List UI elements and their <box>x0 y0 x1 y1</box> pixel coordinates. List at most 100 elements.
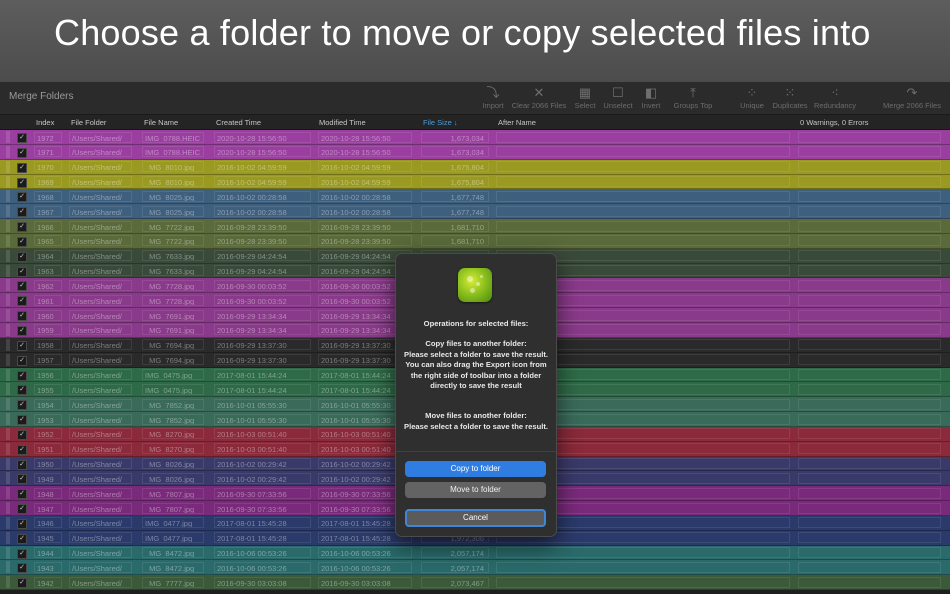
table-row[interactable]: ✓ 1944/Users/Shared/ _MG_8472.jpg 2016-10-0… <box>0 545 950 561</box>
cell-folder: /Users/Shared/ <box>69 428 132 440</box>
toolbar-redundancy-button[interactable]: ⁖ Redundancy <box>814 85 856 110</box>
toolbar-invert-button[interactable]: ◧ Invert <box>642 85 661 110</box>
copy-to-folder-button[interactable]: Copy to folder <box>405 461 546 477</box>
row-checkbox[interactable]: ✓ <box>17 400 27 411</box>
row-checkbox[interactable]: ✓ <box>17 296 27 307</box>
cell-created: 2017-08-01 15:44:24 <box>214 383 311 395</box>
row-checkbox[interactable]: ✓ <box>17 429 27 440</box>
cell-folder: /Users/Shared/ <box>69 576 132 588</box>
row-checkbox[interactable]: ✓ <box>17 578 27 589</box>
col-created-time[interactable]: Created Time <box>216 118 261 127</box>
cell-after[interactable] <box>496 576 790 588</box>
row-checkbox[interactable]: ✓ <box>17 177 27 188</box>
row-checkbox[interactable]: ✓ <box>17 518 27 529</box>
cell-after[interactable] <box>496 161 790 173</box>
row-checkbox[interactable]: ✓ <box>17 311 27 322</box>
cell-after[interactable] <box>496 205 790 217</box>
row-checkbox[interactable]: ✓ <box>17 207 27 218</box>
row-checkbox[interactable]: ✓ <box>17 251 27 262</box>
col-index[interactable]: Index <box>36 118 54 127</box>
row-checkbox[interactable]: ✓ <box>17 444 27 455</box>
cell-after[interactable] <box>496 176 790 188</box>
cell-size: 1,673,034 <box>421 146 489 158</box>
move-to-folder-button[interactable]: Move to folder <box>405 482 546 498</box>
table-row[interactable]: ✓ 1943/Users/Shared/ _MG_8472.jpg 2016-10-0… <box>0 560 950 576</box>
cell-created: 2016-10-02 04:59:59 <box>214 176 311 188</box>
row-checkbox[interactable]: ✓ <box>17 222 27 233</box>
group-marker <box>6 576 10 589</box>
row-checkbox[interactable]: ✓ <box>17 548 27 559</box>
row-checkbox[interactable]: ✓ <box>17 340 27 351</box>
cell-modified: 2016-10-06 00:53:26 <box>318 547 412 559</box>
toolbar-groups-top-button[interactable]: ⤒ Groups Top <box>674 85 713 110</box>
cancel-button[interactable]: Cancel <box>405 509 546 527</box>
row-checkbox[interactable]: ✓ <box>17 355 27 366</box>
row-checkbox[interactable]: ✓ <box>17 563 27 574</box>
table-row[interactable]: ✓ 1972/Users/Shared/IMG_0788.HEIC 2020-10-… <box>0 130 950 145</box>
col-file-size[interactable]: File Size ↓ <box>423 118 458 127</box>
cell-created: 2016-10-03 00:51:40 <box>214 443 311 455</box>
toolbar-merge-button[interactable]: ↷ Merge 2066 Files <box>883 85 941 110</box>
cell-after[interactable] <box>496 131 790 143</box>
table-row[interactable]: ✓ 1942/Users/Shared/ _MG_7777.jpg 2016-09-3… <box>0 575 950 591</box>
toolbar-invert-label: Invert <box>641 101 661 110</box>
table-row[interactable]: ✓ 1966/Users/Shared/ _MG_7722.jpg 2016-09-2… <box>0 219 950 234</box>
row-checkbox[interactable]: ✓ <box>17 266 27 277</box>
cell-name: _MG_7633.jpg <box>142 250 204 262</box>
operations-dialog: Operations for selected files: Copy file… <box>395 253 557 537</box>
cell-index: 1962 <box>34 279 62 291</box>
cell-status <box>798 472 941 484</box>
row-checkbox[interactable]: ✓ <box>17 459 27 470</box>
cell-after[interactable] <box>496 561 790 573</box>
table-row[interactable]: ✓ 1970/Users/Shared/ _MG_8010.jpg 2016-10-0… <box>0 159 950 175</box>
row-checkbox[interactable]: ✓ <box>17 192 27 203</box>
col-file-name[interactable]: File Name <box>144 118 178 127</box>
table-row[interactable]: ✓ 1967/Users/Shared/ _MG_8025.jpg 2016-10-0… <box>0 204 950 220</box>
row-checkbox[interactable]: ✓ <box>17 370 27 381</box>
group-marker <box>6 131 10 143</box>
unselect-icon: ☐ <box>612 85 624 100</box>
cell-after[interactable] <box>496 190 790 202</box>
col-modified-time[interactable]: Modified Time <box>319 118 366 127</box>
cell-after[interactable] <box>496 547 790 559</box>
row-checkbox[interactable]: ✓ <box>17 281 27 292</box>
toolbar-unselect-button[interactable]: ☐ Unselect <box>603 85 632 110</box>
row-checkbox[interactable]: ✓ <box>17 385 27 396</box>
cell-after[interactable] <box>496 235 790 247</box>
row-checkbox[interactable]: ✓ <box>17 147 27 158</box>
row-checkbox[interactable]: ✓ <box>17 489 27 500</box>
cell-index: 1943 <box>34 561 62 573</box>
table-row[interactable]: ✓ 1968/Users/Shared/ _MG_8025.jpg 2016-10-0… <box>0 189 950 205</box>
row-checkbox[interactable]: ✓ <box>17 162 27 173</box>
cell-status <box>798 561 941 573</box>
cell-name: _MG_8010.jpg <box>142 176 204 188</box>
cell-created: 2017-08-01 15:45:28 <box>214 532 311 544</box>
cell-folder: /Users/Shared/ <box>69 324 132 336</box>
cell-folder: /Users/Shared/ <box>69 279 132 291</box>
table-row[interactable]: ✓ 1965/Users/Shared/ _MG_7722.jpg 2016-09-2… <box>0 233 950 249</box>
table-row[interactable]: ✓ 1971/Users/Shared/IMG_0788.HEIC 2020-10-… <box>0 144 950 160</box>
cell-after[interactable] <box>496 146 790 158</box>
table-row[interactable]: ✓ 1969/Users/Shared/ _MG_8010.jpg 2016-10-0… <box>0 174 950 190</box>
row-checkbox[interactable]: ✓ <box>17 415 27 426</box>
promo-banner: Choose a folder to move or copy selected… <box>0 0 950 82</box>
toolbar-unique-label: Unique <box>740 101 764 110</box>
cell-status <box>798 220 941 232</box>
col-file-folder[interactable]: File Folder <box>71 118 106 127</box>
row-checkbox[interactable]: ✓ <box>17 133 27 143</box>
cell-created: 2016-10-02 00:28:58 <box>214 205 311 217</box>
toolbar-unique-button[interactable]: ⁘ Unique <box>740 85 764 110</box>
cell-status <box>798 265 941 277</box>
row-checkbox[interactable]: ✓ <box>17 325 27 336</box>
row-checkbox[interactable]: ✓ <box>17 474 27 485</box>
cell-after[interactable] <box>496 220 790 232</box>
row-checkbox[interactable]: ✓ <box>17 533 27 544</box>
cell-created: 2016-09-30 03:03:08 <box>214 576 311 588</box>
col-after-name[interactable]: After Name <box>498 118 536 127</box>
toolbar-duplicates-button[interactable]: ⁙ Duplicates <box>772 85 807 110</box>
toolbar-import-button[interactable]: ⤵ Import <box>482 85 503 110</box>
row-checkbox[interactable]: ✓ <box>17 236 27 247</box>
toolbar-select-button[interactable]: ▦ Select <box>575 85 596 110</box>
toolbar-clear-button[interactable]: ✕ Clear 2066 Files <box>512 85 567 110</box>
row-checkbox[interactable]: ✓ <box>17 504 27 515</box>
